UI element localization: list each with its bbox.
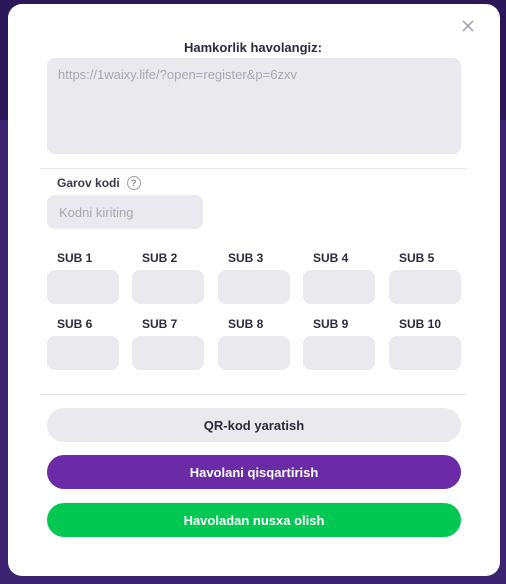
sub-6-label: SUB 6 xyxy=(57,317,93,331)
divider xyxy=(40,168,467,169)
sub-7-label: SUB 7 xyxy=(142,317,178,331)
promo-code-label-text: Garov kodi xyxy=(57,176,120,190)
sub-9-input[interactable] xyxy=(303,336,375,370)
sub-8-label: SUB 8 xyxy=(228,317,264,331)
copy-link-button[interactable]: Havoladan nusxa olish xyxy=(47,503,461,537)
sub-5-input[interactable] xyxy=(389,270,461,304)
sub-10-label: SUB 10 xyxy=(399,317,442,331)
sub-2-label: SUB 2 xyxy=(142,251,178,265)
sub-10-input[interactable] xyxy=(389,336,461,370)
close-button[interactable] xyxy=(460,18,476,34)
promo-code-input[interactable] xyxy=(47,195,203,229)
promo-code-label: Garov kodi ? xyxy=(57,176,141,190)
sub-1-input[interactable] xyxy=(47,270,119,304)
generate-qr-button[interactable]: QR-kod yaratish xyxy=(47,408,461,442)
help-icon[interactable]: ? xyxy=(126,176,141,190)
sub-7-input[interactable] xyxy=(132,336,204,370)
sub-4-label: SUB 4 xyxy=(313,251,349,265)
shorten-link-button[interactable]: Havolani qisqartirish xyxy=(47,455,461,489)
sub-3-input[interactable] xyxy=(218,270,290,304)
sub-4-input[interactable] xyxy=(303,270,375,304)
sub-8-input[interactable] xyxy=(218,336,290,370)
close-icon xyxy=(462,20,474,32)
sub-2-input[interactable] xyxy=(132,270,204,304)
sub-6-input[interactable] xyxy=(47,336,119,370)
sub-9-label: SUB 9 xyxy=(313,317,349,331)
sub-1-label: SUB 1 xyxy=(57,251,93,265)
modal-title: Hamkorlik havolangiz: xyxy=(184,40,322,55)
referral-link-field[interactable]: https://1waixy.life/?open=register&p=6zx… xyxy=(47,58,461,154)
divider xyxy=(40,394,467,395)
sub-5-label: SUB 5 xyxy=(399,251,435,265)
sub-3-label: SUB 3 xyxy=(228,251,264,265)
